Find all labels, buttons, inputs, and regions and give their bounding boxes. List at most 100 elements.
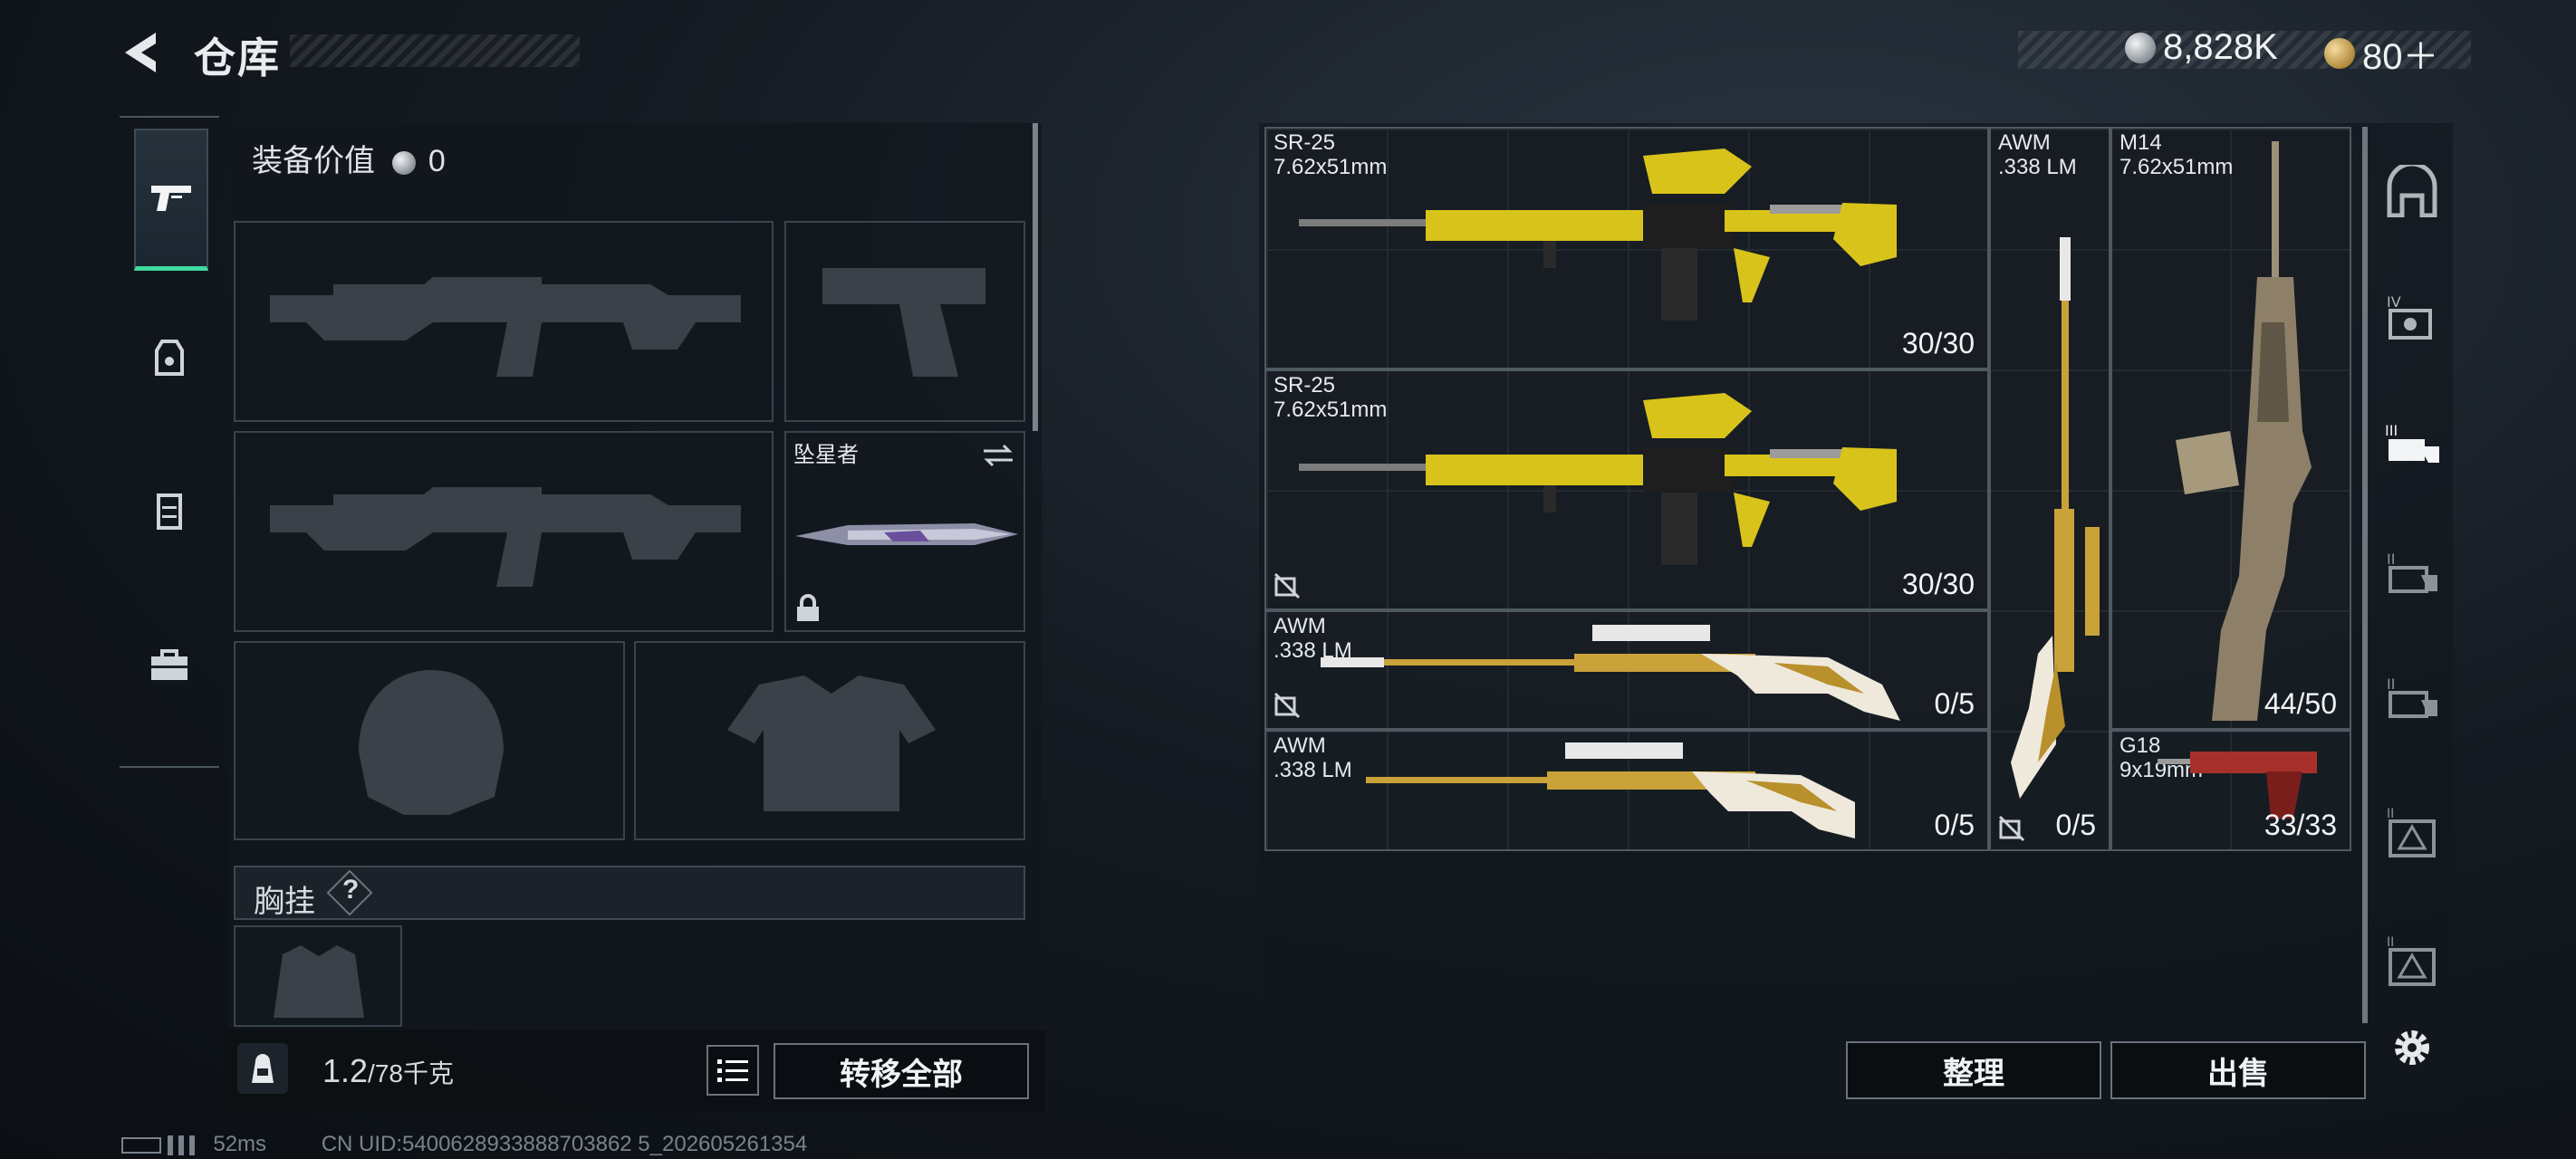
helmet-silhouette-icon bbox=[359, 670, 504, 815]
item-name: AWM bbox=[1274, 733, 1326, 758]
back-button[interactable] bbox=[116, 25, 170, 80]
weight-capacity: /78千克 bbox=[368, 1059, 454, 1087]
primary-weapon-slot[interactable] bbox=[234, 221, 774, 422]
chest-rig-slot[interactable] bbox=[234, 925, 402, 1027]
gold-currency[interactable]: 80＋ bbox=[2324, 27, 2439, 80]
stash-item-awm[interactable]: AWM .338 LM 0/5 bbox=[1264, 610, 1989, 730]
item-caliber: .338 LM bbox=[1998, 155, 2077, 179]
sr25-rifle-icon bbox=[1299, 393, 1897, 565]
stash-item-g18[interactable]: G18 9x19mm 33/33 bbox=[2110, 730, 2351, 851]
weight-current: 1.2 bbox=[322, 1052, 369, 1089]
lock-icon bbox=[797, 594, 819, 621]
equipment-scrollbar[interactable] bbox=[1033, 123, 1038, 431]
uid-text: CN UID:5400628933888703862 5_20260526135… bbox=[321, 1132, 808, 1156]
item-ammo: 30/30 bbox=[1901, 327, 1975, 359]
container-ii-icon: II bbox=[2387, 675, 2437, 718]
signal-icon bbox=[167, 1135, 195, 1155]
equipment-value-label: 装备价值 bbox=[252, 144, 375, 178]
item-name: AWM bbox=[1274, 614, 1326, 638]
stash-item-awm[interactable]: AWM .338 LM 0/5 bbox=[1264, 730, 1989, 851]
secondary-weapon-slot[interactable] bbox=[234, 431, 774, 632]
equipment-value: 装备价值 0 bbox=[252, 136, 446, 180]
stash-tab-ii-c[interactable]: II bbox=[2380, 800, 2444, 864]
awm-rifle-icon bbox=[2011, 237, 2100, 799]
helmet-icon bbox=[155, 340, 184, 376]
rail-item-weapons[interactable] bbox=[134, 129, 208, 271]
svg-text:II: II bbox=[2387, 675, 2395, 693]
item-caliber: .338 LM bbox=[1274, 758, 1352, 782]
silver-amount: 8,828K bbox=[2163, 27, 2278, 67]
stash-tab-ii-b[interactable]: II bbox=[2380, 668, 2444, 732]
sell-button[interactable]: 出售 bbox=[2110, 1041, 2366, 1099]
list-icon bbox=[717, 1059, 748, 1082]
stash-tab-ii-d[interactable]: II bbox=[2380, 929, 2444, 992]
item-ammo: 0/5 bbox=[1934, 687, 1975, 720]
chest-rig-label: 胸挂 bbox=[254, 885, 315, 919]
stash-item-awm-vertical[interactable]: AWM .338 LM 0/5 bbox=[1989, 127, 2110, 851]
pistol-icon bbox=[151, 186, 191, 211]
m14-rifle-icon bbox=[2176, 141, 2312, 721]
home-icon bbox=[2387, 165, 2437, 217]
help-mark: ? bbox=[342, 875, 360, 905]
transfer-all-button[interactable]: 转移全部 bbox=[774, 1043, 1029, 1099]
container-iii-icon: III bbox=[2385, 422, 2439, 463]
stash-tab-home[interactable] bbox=[2380, 159, 2444, 223]
sr25-rifle-icon bbox=[1299, 148, 1897, 321]
list-view-button[interactable] bbox=[706, 1045, 759, 1096]
ping-text: 52ms bbox=[213, 1132, 267, 1156]
knife-icon bbox=[795, 523, 1018, 545]
silver-coin-icon bbox=[392, 151, 417, 176]
item-ammo: 30/30 bbox=[1901, 568, 1975, 600]
chest-rig-silhouette-icon bbox=[274, 945, 364, 1018]
container-ii-icon: II bbox=[2387, 935, 2436, 986]
stash-scrollbar[interactable] bbox=[2362, 127, 2368, 1023]
item-name: AWM bbox=[1998, 130, 2051, 155]
svg-text:II: II bbox=[2387, 807, 2394, 821]
no-loot-icon bbox=[1998, 815, 2025, 842]
rifle-silhouette-icon bbox=[270, 487, 741, 587]
container-iv-icon: IV bbox=[2387, 293, 2432, 340]
item-label: AWM .338 LM bbox=[1998, 130, 2077, 179]
item-label: AWM .338 LM bbox=[1274, 733, 1352, 782]
vest-icon bbox=[157, 493, 182, 530]
stash-item-sr25[interactable]: SR-25 7.62x51mm 30/30 bbox=[1264, 127, 1989, 369]
melee-name: 坠星者 bbox=[793, 443, 859, 467]
rail-item-toolbox[interactable] bbox=[134, 598, 205, 733]
svg-text:III: III bbox=[2385, 422, 2398, 439]
rifle-silhouette-icon bbox=[270, 277, 741, 377]
no-loot-icon bbox=[1274, 572, 1301, 599]
settings-button[interactable] bbox=[2380, 1016, 2444, 1079]
armor-slot[interactable] bbox=[634, 641, 1025, 840]
awm-rifle-icon bbox=[1366, 742, 1855, 838]
battery-icon bbox=[121, 1136, 161, 1154]
silver-currency: 8,828K bbox=[2125, 27, 2278, 68]
back-arrow-icon bbox=[125, 33, 156, 72]
swap-icon[interactable] bbox=[980, 442, 1016, 469]
stash-item-sr25[interactable]: SR-25 7.62x51mm 30/30 bbox=[1264, 369, 1989, 610]
title-decoration bbox=[290, 34, 580, 67]
no-loot-icon bbox=[1274, 692, 1301, 719]
weight-readout: 1.2/78千克 bbox=[322, 1052, 454, 1090]
container-ii-icon: II bbox=[2387, 807, 2436, 857]
sort-button[interactable]: 整理 bbox=[1846, 1041, 2101, 1099]
svg-text:IV: IV bbox=[2387, 293, 2401, 311]
pistol-silhouette-icon bbox=[822, 268, 985, 377]
rail-item-armor[interactable] bbox=[134, 444, 205, 580]
svg-text:II: II bbox=[2387, 551, 2395, 568]
gold-amount: 80＋ bbox=[2362, 37, 2439, 77]
category-rail bbox=[120, 116, 219, 768]
stash-tab-iv[interactable]: IV bbox=[2380, 286, 2444, 350]
stash-item-m14[interactable]: M14 7.62x51mm 44/50 bbox=[2110, 127, 2351, 730]
rail-item-helmet[interactable] bbox=[134, 290, 205, 426]
stash-tab-iii-active[interactable]: III bbox=[2380, 415, 2444, 478]
helmet-slot[interactable] bbox=[234, 641, 625, 840]
awm-rifle-icon bbox=[1321, 625, 1900, 721]
gold-coin-icon bbox=[2324, 38, 2355, 69]
stash-tab-ii-a[interactable]: II bbox=[2380, 543, 2444, 607]
gear-icon bbox=[2395, 1030, 2429, 1065]
item-ammo: 0/5 bbox=[1934, 809, 1975, 841]
melee-slot[interactable]: 坠星者 bbox=[784, 431, 1025, 632]
pistol-slot[interactable] bbox=[784, 221, 1025, 422]
container-ii-icon: II bbox=[2387, 551, 2437, 593]
page-title: 仓库 bbox=[194, 34, 281, 81]
